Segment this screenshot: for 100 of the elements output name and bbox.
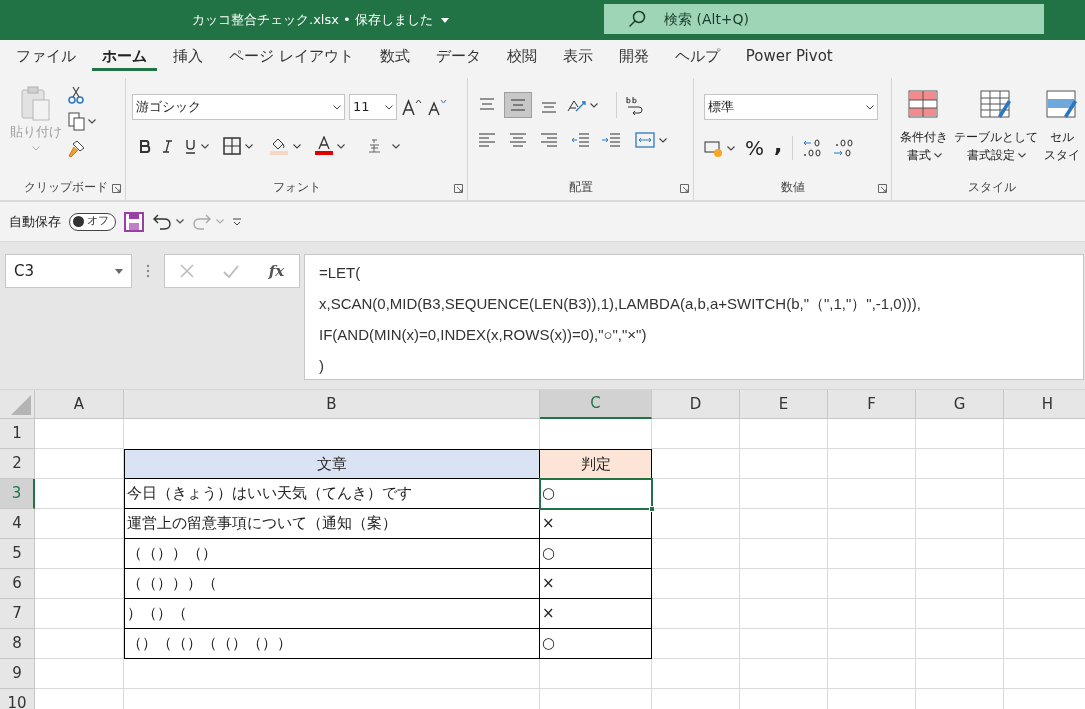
empty-cell[interactable]	[828, 629, 916, 659]
empty-cell[interactable]	[828, 599, 916, 629]
underline-icon[interactable]	[184, 138, 197, 154]
empty-cell[interactable]	[740, 479, 828, 509]
empty-cell[interactable]	[652, 509, 740, 539]
empty-cell[interactable]	[828, 419, 916, 449]
table-header-cell[interactable]: 判定	[540, 449, 652, 479]
dialog-launcher-icon[interactable]	[680, 184, 689, 193]
scissors-icon[interactable]	[68, 86, 84, 104]
row-header[interactable]: 6	[0, 569, 35, 599]
caret-icon[interactable]	[176, 219, 184, 224]
empty-cell[interactable]	[916, 599, 1004, 629]
empty-cell[interactable]	[916, 449, 1004, 479]
empty-cell[interactable]	[828, 509, 916, 539]
empty-cell[interactable]	[916, 479, 1004, 509]
ribbon-tab[interactable]: ヘルプ	[664, 44, 730, 71]
ribbon-tab[interactable]: ファイル	[6, 44, 86, 71]
column-header[interactable]: E	[740, 390, 828, 419]
ribbon-tab[interactable]: 表示	[552, 44, 603, 71]
empty-cell[interactable]	[740, 659, 828, 689]
table-header-cell[interactable]: 文章	[124, 449, 540, 479]
caret-icon[interactable]	[201, 143, 209, 149]
row-header[interactable]: 8	[0, 629, 35, 659]
decrease-decimal-icon[interactable]	[833, 138, 854, 158]
row-header[interactable]: 4	[0, 509, 35, 539]
result-cell[interactable]: ○	[540, 479, 652, 509]
align-right-icon[interactable]	[540, 132, 558, 148]
text-cell[interactable]: （（））（）	[124, 539, 540, 569]
increase-indent-icon[interactable]	[602, 132, 620, 148]
empty-cell[interactable]	[916, 539, 1004, 569]
styles-button[interactable]: 条件付き 書式	[898, 90, 950, 164]
select-all-icon[interactable]	[11, 395, 31, 415]
empty-cell[interactable]	[740, 599, 828, 629]
empty-cell[interactable]	[652, 419, 740, 449]
align-center-icon[interactable]	[509, 132, 527, 148]
increase-decimal-icon[interactable]	[803, 138, 824, 158]
phonetic-guide-icon[interactable]	[367, 138, 382, 154]
result-cell[interactable]: ○	[540, 629, 652, 659]
empty-cell[interactable]	[740, 569, 828, 599]
bold-icon[interactable]	[138, 138, 151, 154]
italic-icon[interactable]	[161, 138, 174, 154]
borders-icon[interactable]	[223, 137, 241, 155]
row-header[interactable]: 1	[0, 419, 35, 449]
text-cell[interactable]: ）（）（	[124, 599, 540, 629]
dialog-launcher-icon[interactable]	[454, 184, 463, 193]
customize-toolbar-icon[interactable]	[232, 217, 242, 226]
empty-cell[interactable]	[740, 539, 828, 569]
insert-function-button[interactable]: fx	[268, 259, 285, 283]
cell-styles-icon[interactable]	[1046, 90, 1078, 120]
empty-cell[interactable]	[916, 509, 1004, 539]
comma-style-button[interactable]: ,	[774, 134, 783, 162]
empty-cell[interactable]	[540, 659, 652, 689]
caret-icon[interactable]	[293, 143, 301, 149]
font-name-dropdown[interactable]: 游ゴシック	[132, 94, 345, 120]
ribbon-tab[interactable]: データ	[425, 44, 491, 71]
file-title[interactable]: カッコ整合チェック.xlsx • 保存しました	[192, 10, 433, 30]
number-format-dropdown[interactable]: 標準	[704, 94, 878, 120]
empty-cell[interactable]	[652, 599, 740, 629]
caret-icon[interactable]	[590, 102, 598, 108]
font-size-dropdown[interactable]: 11	[349, 94, 397, 120]
column-header[interactable]: C	[540, 390, 652, 419]
column-header[interactable]: H	[1004, 390, 1085, 419]
empty-cell[interactable]	[740, 419, 828, 449]
middle-align-button[interactable]	[504, 92, 532, 118]
formula-field[interactable]: =LET( x,SCAN(0,MID(B3,SEQUENCE(LEN(B3)),1),LAMBDA(a,b,a+SWITCH(b,"（",1,"）",-1,0))), IF(AND(MIN(x)=0,INDEX(x,ROWS(x))=0),"○","×") )	[304, 254, 1084, 380]
wrap-text-icon[interactable]	[625, 95, 645, 115]
empty-cell[interactable]	[828, 569, 916, 599]
conditional-formatting-icon[interactable]	[908, 90, 940, 120]
column-header[interactable]: D	[652, 390, 740, 419]
empty-cell[interactable]	[916, 629, 1004, 659]
result-cell[interactable]: ×	[540, 569, 652, 599]
drag-handle-icon[interactable]	[146, 264, 150, 278]
name-box[interactable]: C3	[5, 254, 132, 288]
row-header[interactable]: 2	[0, 449, 35, 479]
row-header[interactable]: 9	[0, 659, 35, 689]
font-color-icon[interactable]	[315, 136, 333, 156]
empty-cell[interactable]	[828, 479, 916, 509]
ribbon-tab[interactable]: 挿入	[163, 44, 213, 71]
empty-cell[interactable]	[916, 419, 1004, 449]
empty-cell[interactable]	[652, 569, 740, 599]
decrease-indent-icon[interactable]	[571, 132, 589, 148]
empty-cell[interactable]	[916, 659, 1004, 689]
save-icon[interactable]	[124, 211, 144, 232]
empty-cell[interactable]	[124, 659, 540, 689]
decrease-font-size-icon[interactable]	[427, 97, 449, 117]
dialog-launcher-icon[interactable]	[878, 184, 887, 193]
text-cell[interactable]: 運営上の留意事項について（通知（案）	[124, 509, 540, 539]
caret-icon[interactable]	[727, 145, 735, 151]
row-header[interactable]: 10	[0, 689, 35, 709]
result-cell[interactable]: ×	[540, 599, 652, 629]
column-header[interactable]: A	[35, 390, 124, 419]
text-cell[interactable]: （）（（）（（）（））	[124, 629, 540, 659]
row-header[interactable]: 5	[0, 539, 35, 569]
paintbrush-icon[interactable]	[68, 139, 85, 158]
enter-icon[interactable]	[223, 264, 240, 278]
search-field[interactable]: 検索 (Alt+Q)	[604, 4, 1044, 34]
empty-cell[interactable]	[916, 569, 1004, 599]
empty-cell[interactable]	[740, 449, 828, 479]
search-icon[interactable]	[628, 10, 646, 28]
caret-icon[interactable]	[933, 152, 942, 158]
